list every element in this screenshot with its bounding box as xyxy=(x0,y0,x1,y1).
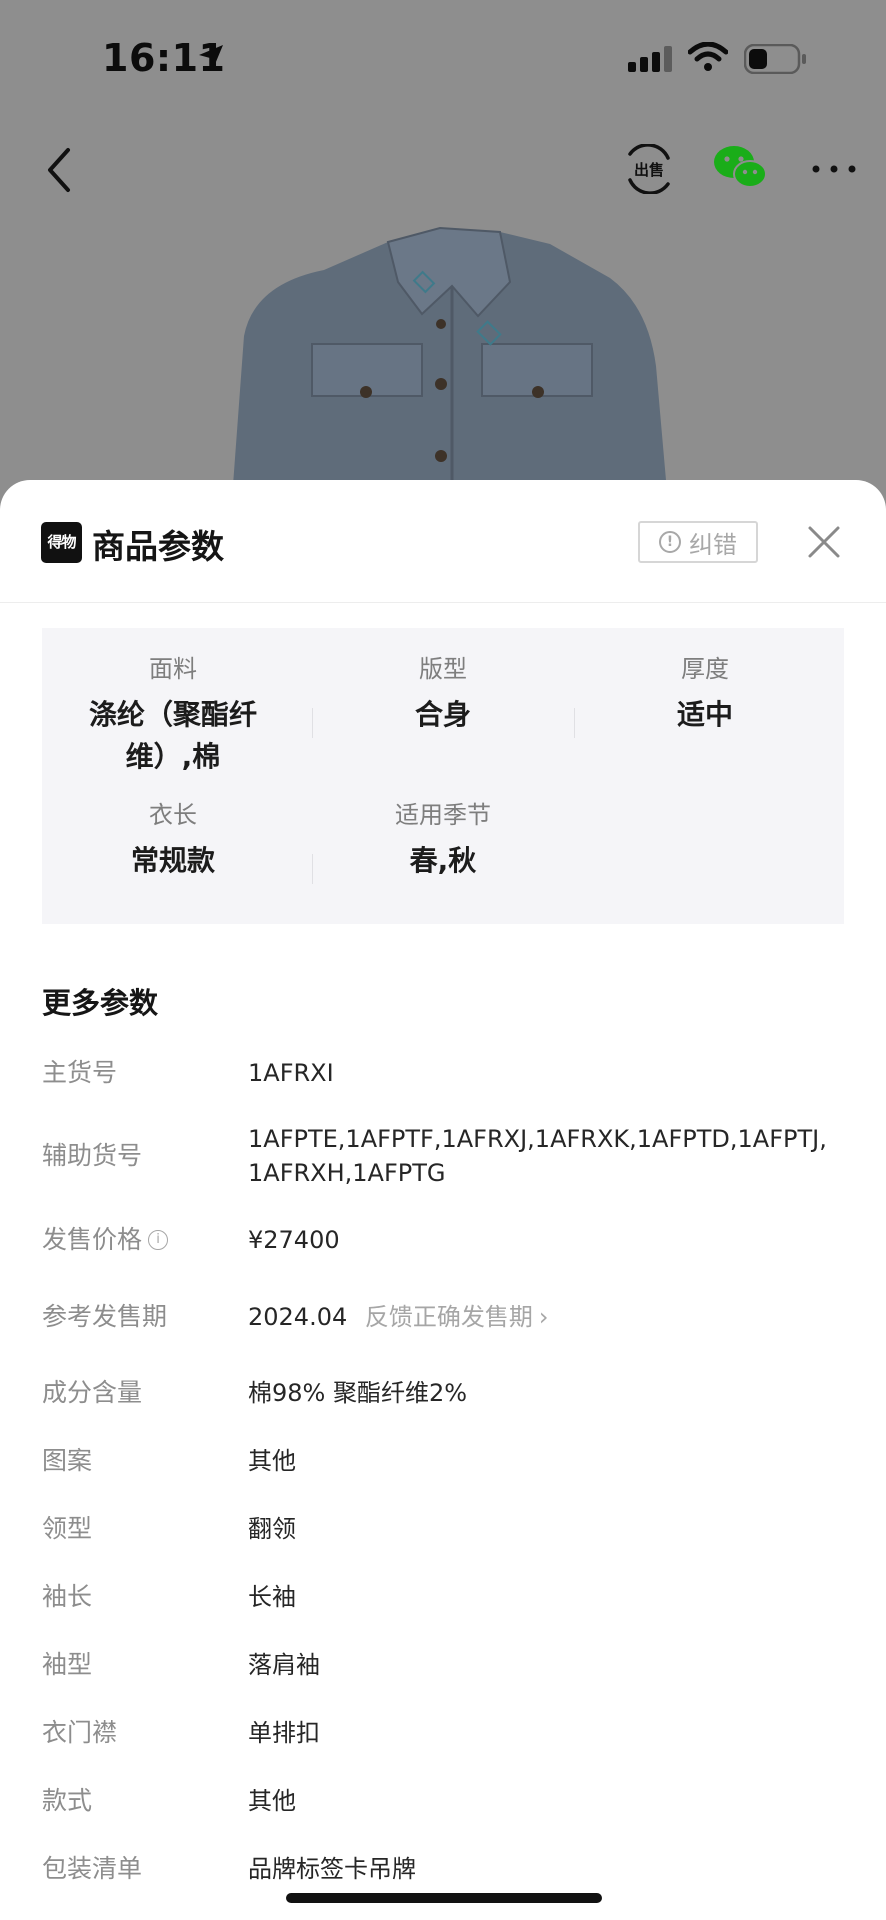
param-label: 包装清单 xyxy=(42,1854,143,1883)
key-param-value: 春,秋 xyxy=(409,844,477,877)
home-indicator[interactable] xyxy=(286,1893,602,1903)
key-param-label: 面料 xyxy=(149,655,197,683)
param-value: 棉98% 聚酯纤维2% xyxy=(248,1379,468,1407)
param-value: 2024.04 反馈正确发售期 › xyxy=(248,1300,842,1334)
feedback-release-date-link[interactable]: 反馈正确发售期 › xyxy=(365,1303,549,1331)
param-value: 落肩袖 xyxy=(248,1651,320,1679)
param-value: 品牌标签卡吊牌 xyxy=(248,1855,416,1883)
cellular-signal-icon xyxy=(628,46,672,72)
key-param-fit: 版型 合身 xyxy=(312,652,574,736)
param-label: 辅助货号 xyxy=(42,1141,143,1170)
status-bar: 16:11 xyxy=(0,0,886,120)
key-param-length: 衣长 常规款 xyxy=(42,798,304,882)
more-params-title: 更多参数 xyxy=(42,986,159,1020)
info-icon: ! xyxy=(659,531,681,553)
brand-logo: 得物 xyxy=(41,522,82,563)
param-label: 图案 xyxy=(42,1446,93,1475)
chevron-right-icon[interactable]: › xyxy=(539,1303,549,1331)
wifi-icon xyxy=(688,42,728,71)
param-value: ¥27400 xyxy=(248,1226,340,1254)
product-page-backdrop: 16:11 出售 xyxy=(0,0,886,526)
param-label: 主货号 xyxy=(42,1058,118,1087)
param-label: 发售价格 i xyxy=(42,1223,169,1257)
param-label: 袖长 xyxy=(42,1582,93,1611)
sheet-title: 商品参数 xyxy=(92,527,224,566)
product-params-sheet: 得物 商品参数 ! 纠错 面料 涤纶（聚酯纤维）,棉 版型 合身 厚度 适中 衣… xyxy=(0,480,886,1920)
info-icon[interactable]: i xyxy=(148,1230,169,1250)
param-label: 成分含量 xyxy=(42,1378,143,1407)
sheet-header: 得物 商品参数 ! 纠错 xyxy=(0,480,886,603)
key-param-season: 适用季节 春,秋 xyxy=(312,798,574,882)
param-value: 其他 xyxy=(248,1447,296,1475)
close-icon[interactable] xyxy=(806,524,842,560)
key-param-label: 版型 xyxy=(419,655,467,683)
back-arrow-icon[interactable] xyxy=(40,142,80,198)
param-value: 1AFRXI xyxy=(248,1059,334,1087)
navigation-bar: 出售 xyxy=(0,130,886,210)
correct-button-label: 纠错 xyxy=(689,530,737,559)
key-param-fabric: 面料 涤纶（聚酯纤维）,棉 xyxy=(42,652,304,778)
key-param-label: 衣长 xyxy=(149,801,197,829)
svg-text:出售: 出售 xyxy=(634,161,664,179)
param-value: 其他 xyxy=(248,1787,296,1815)
more-icon[interactable] xyxy=(806,154,862,184)
location-arrow-icon xyxy=(199,45,223,69)
key-params-panel: 面料 涤纶（聚酯纤维）,棉 版型 合身 厚度 适中 衣长 常规款 适用季节 春,… xyxy=(42,628,844,924)
param-value: 1AFPTE,1AFPTF,1AFRXJ,1AFRXK,1AFPTD,1AFPT… xyxy=(248,1125,827,1187)
wechat-icon[interactable] xyxy=(712,142,768,192)
param-label-text: 发售价格 xyxy=(42,1225,143,1254)
param-label: 领型 xyxy=(42,1514,93,1543)
battery-icon xyxy=(744,44,806,74)
param-value: 长袖 xyxy=(248,1583,296,1611)
param-label: 衣门襟 xyxy=(42,1718,118,1747)
key-param-label: 厚度 xyxy=(681,655,729,683)
correct-error-button[interactable]: ! 纠错 xyxy=(638,521,758,563)
release-date-value: 2024.04 xyxy=(248,1303,348,1331)
key-param-value: 涤纶（聚酯纤维）,棉 xyxy=(88,698,257,773)
param-label: 袖型 xyxy=(42,1650,93,1679)
sell-icon[interactable]: 出售 xyxy=(624,143,674,195)
key-param-value: 合身 xyxy=(414,698,471,731)
feedback-link-label[interactable]: 反馈正确发售期 xyxy=(365,1303,533,1331)
param-label: 参考发售期 xyxy=(42,1302,168,1331)
key-param-value: 适中 xyxy=(676,698,733,731)
key-param-label: 适用季节 xyxy=(395,801,491,829)
key-param-value: 常规款 xyxy=(130,844,215,877)
param-label: 款式 xyxy=(42,1786,93,1815)
key-param-thickness: 厚度 适中 xyxy=(574,652,836,736)
param-value: 翻领 xyxy=(248,1515,296,1543)
param-value: 单排扣 xyxy=(248,1719,320,1747)
